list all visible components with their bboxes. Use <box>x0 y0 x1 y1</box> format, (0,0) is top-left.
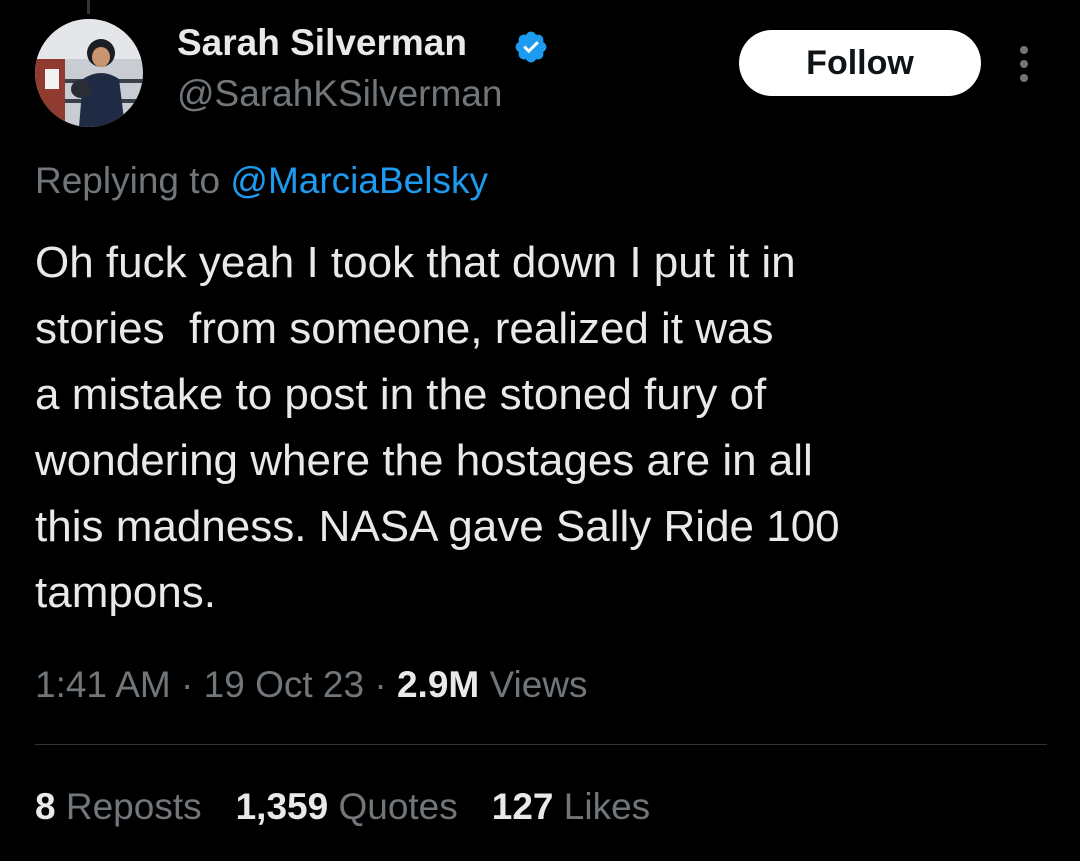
quotes-label: Quotes <box>338 786 458 827</box>
author-display-name[interactable]: Sarah Silverman <box>177 22 467 64</box>
quotes-count: 1,359 <box>235 786 329 827</box>
divider <box>35 744 1047 745</box>
reply-mention-link[interactable]: @MarciaBelsky <box>230 160 488 201</box>
avatar[interactable] <box>35 19 143 127</box>
tweet-line: a mistake to post in the stoned fury of <box>35 370 767 419</box>
thread-line <box>87 0 90 14</box>
views-count: 2.9M <box>396 664 480 705</box>
engagement-stats: 8 Reposts 1,359 Quotes 127 Likes <box>35 786 684 828</box>
tweet-date[interactable]: 19 Oct 23 <box>204 664 364 705</box>
tweet-line: Oh fuck yeah I took that down I put it i… <box>35 238 796 287</box>
tweet-time[interactable]: 1:41 AM <box>35 664 171 705</box>
reposts-stat[interactable]: 8 Reposts <box>35 786 202 828</box>
tweet-line: wondering where the hostages are in all <box>35 436 813 485</box>
tweet-line: this madness. NASA gave Sally Ride 100 <box>35 502 840 551</box>
replying-to: Replying to @MarciaBelsky <box>35 160 488 202</box>
reposts-label: Reposts <box>65 786 202 827</box>
follow-button[interactable]: Follow <box>739 30 981 96</box>
avatar-image <box>35 19 143 127</box>
views-label: Views <box>489 664 588 705</box>
likes-count: 127 <box>491 786 554 827</box>
likes-stat[interactable]: 127 Likes <box>492 786 650 828</box>
tweet-text: Oh fuck yeah I took that down I put it i… <box>35 230 1045 626</box>
meta-separator: · <box>374 664 387 705</box>
tweet-meta: 1:41 AM · 19 Oct 23 · 2.9M Views <box>35 664 588 706</box>
verified-badge-icon <box>515 31 547 63</box>
replying-to-prefix: Replying to <box>35 160 221 201</box>
reposts-count: 8 <box>35 786 56 827</box>
tweet-line: tampons. <box>35 568 216 617</box>
more-vertical-icon[interactable] <box>1006 42 1042 86</box>
author-handle[interactable]: @SarahKSilverman <box>177 73 502 115</box>
quotes-stat[interactable]: 1,359 Quotes <box>236 786 458 828</box>
likes-label: Likes <box>563 786 651 827</box>
meta-separator: · <box>181 664 194 705</box>
tweet-line: stories from someone, realized it was <box>35 304 774 353</box>
